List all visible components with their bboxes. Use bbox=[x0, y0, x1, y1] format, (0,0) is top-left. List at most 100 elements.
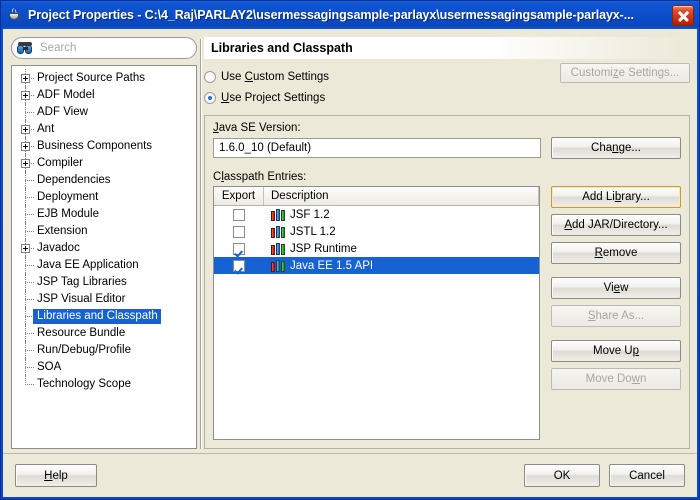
cancel-button-label: Cancel bbox=[629, 469, 665, 482]
title-bar[interactable]: Project Properties - C:\4_Raj\PARLAY2\us… bbox=[1, 1, 699, 29]
classpath-table[interactable]: Export Description JSF 1.2 JSTL 1.2 JSP Ru… bbox=[213, 186, 540, 440]
tree-connector-icon bbox=[18, 188, 34, 207]
export-cell[interactable] bbox=[214, 259, 264, 272]
add-library-button[interactable]: Add Library... bbox=[551, 186, 681, 208]
tree-item-libraries-and-classpath[interactable]: Libraries and Classpath bbox=[12, 307, 196, 326]
expand-icon[interactable] bbox=[18, 69, 34, 88]
view-button[interactable]: View bbox=[551, 277, 681, 299]
close-icon[interactable] bbox=[672, 4, 694, 26]
java-se-version-field[interactable]: 1.6.0_10 (Default) bbox=[213, 138, 541, 158]
table-row[interactable]: JSP Runtime bbox=[214, 240, 539, 257]
tree-item-jsp-tag-libraries[interactable]: JSP Tag Libraries bbox=[12, 273, 196, 292]
project-properties-window: Project Properties - C:\4_Raj\PARLAY2\us… bbox=[0, 0, 700, 500]
java-se-version-row: 1.6.0_10 (Default) Change... bbox=[213, 137, 681, 159]
tree-item-dependencies[interactable]: Dependencies bbox=[12, 171, 196, 190]
dialog-body: Search Project Source Paths ADF Model ADF … bbox=[3, 29, 697, 449]
tree-item-soa[interactable]: SOA bbox=[12, 358, 196, 377]
tree-item-adf-view[interactable]: ADF View bbox=[12, 103, 196, 122]
tree-item-project-source-paths[interactable]: Project Source Paths bbox=[12, 69, 196, 88]
tree-item-java-ee-application[interactable]: Java EE Application bbox=[12, 256, 196, 275]
help-button-label: Help bbox=[44, 469, 68, 482]
tree-item-label: Run/Debug/Profile bbox=[37, 344, 131, 356]
tree-connector-icon bbox=[18, 341, 34, 360]
expand-icon[interactable] bbox=[18, 120, 34, 139]
tree-connector-icon bbox=[18, 103, 34, 122]
column-header-export[interactable]: Export bbox=[214, 187, 264, 205]
settings-tree[interactable]: Project Source Paths ADF Model ADF View Ant… bbox=[11, 65, 197, 449]
search-input[interactable]: Search bbox=[11, 37, 197, 59]
tree-item-compiler[interactable]: Compiler bbox=[12, 154, 196, 173]
table-row[interactable]: JSF 1.2 bbox=[214, 206, 539, 223]
library-books-icon bbox=[271, 208, 285, 221]
tree-item-adf-model[interactable]: ADF Model bbox=[12, 86, 196, 105]
java-se-version-label: Java SE Version: bbox=[213, 122, 301, 134]
entry-description-label: JSF 1.2 bbox=[290, 208, 330, 221]
expand-icon[interactable] bbox=[18, 137, 34, 156]
cancel-button[interactable]: Cancel bbox=[609, 464, 685, 487]
column-header-description[interactable]: Description bbox=[264, 187, 539, 205]
settings-detail-panel: Libraries and Classpath Use Custom Setti… bbox=[204, 37, 691, 449]
tree-item-run-debug-profile[interactable]: Run/Debug/Profile bbox=[12, 341, 196, 360]
export-checkbox[interactable] bbox=[233, 208, 245, 221]
search-placeholder: Search bbox=[40, 42, 77, 54]
dialog-footer: Help OK Cancel bbox=[3, 453, 697, 497]
window-title: Project Properties - C:\4_Raj\PARLAY2\us… bbox=[28, 8, 634, 22]
tree-item-extension[interactable]: Extension bbox=[12, 222, 196, 241]
export-cell[interactable] bbox=[214, 242, 264, 255]
help-button[interactable]: Help bbox=[15, 464, 97, 487]
table-row[interactable]: Java EE 1.5 API bbox=[214, 257, 539, 274]
description-cell: JSF 1.2 bbox=[264, 208, 539, 221]
export-cell[interactable] bbox=[214, 208, 264, 221]
dialog-client-area: Search Project Source Paths ADF Model ADF … bbox=[3, 29, 697, 497]
tree-item-deployment[interactable]: Deployment bbox=[12, 188, 196, 207]
share-as-button: Share As... bbox=[551, 305, 681, 327]
export-checkbox[interactable] bbox=[233, 242, 245, 255]
expand-icon[interactable] bbox=[18, 239, 34, 258]
radio-project-indicator[interactable] bbox=[204, 91, 216, 104]
tree-item-technology-scope[interactable]: Technology Scope bbox=[12, 375, 196, 393]
change-button-label: Change... bbox=[591, 142, 641, 154]
page-title: Libraries and Classpath bbox=[211, 41, 353, 55]
tree-item-label: Compiler bbox=[37, 157, 84, 169]
move-up-button[interactable]: Move Up bbox=[551, 340, 681, 362]
move-down-button: Move Down bbox=[551, 368, 681, 390]
tree-item-label: EJB Module bbox=[37, 208, 100, 220]
project-settings-groupbox: Java SE Version: 1.6.0_10 (Default) Chan… bbox=[204, 115, 690, 449]
panel-header: Libraries and Classpath bbox=[204, 37, 690, 59]
remove-button-label: Remove bbox=[594, 247, 638, 259]
tree-item-ant[interactable]: Ant bbox=[12, 120, 196, 139]
expand-icon[interactable] bbox=[18, 154, 34, 173]
export-cell[interactable] bbox=[214, 225, 264, 238]
tree-item-label: ADF View bbox=[37, 106, 88, 118]
library-books-icon bbox=[271, 259, 285, 272]
expand-icon[interactable] bbox=[18, 86, 34, 105]
tree-connector-icon bbox=[18, 205, 34, 224]
tree-item-jsp-visual-editor[interactable]: JSP Visual Editor bbox=[12, 290, 196, 309]
tree-item-label: Libraries and Classpath bbox=[33, 309, 161, 324]
customize-settings-button[interactable]: Customize Settings... bbox=[560, 63, 690, 83]
tree-item-business-components[interactable]: Business Components bbox=[12, 137, 196, 156]
tree-item-ejb-module[interactable]: EJB Module bbox=[12, 205, 196, 224]
tree-item-resource-bundle[interactable]: Resource Bundle bbox=[12, 324, 196, 343]
entry-description-label: JSTL 1.2 bbox=[290, 225, 336, 238]
radio-custom-label: Use Custom Settings bbox=[221, 70, 330, 83]
remove-button[interactable]: Remove bbox=[551, 242, 681, 264]
tree-item-label: Javadoc bbox=[37, 242, 80, 254]
ok-button[interactable]: OK bbox=[524, 464, 600, 487]
table-header-row: Export Description bbox=[214, 187, 539, 206]
tree-item-label: ADF Model bbox=[37, 89, 95, 101]
export-checkbox[interactable] bbox=[233, 259, 245, 272]
tree-connector-icon bbox=[18, 324, 34, 343]
panel-splitter[interactable] bbox=[197, 37, 204, 449]
tree-item-label: Business Components bbox=[37, 140, 153, 152]
tree-item-javadoc[interactable]: Javadoc bbox=[12, 239, 196, 258]
tree-item-label: Project Source Paths bbox=[37, 72, 146, 84]
add-jar-directory-button[interactable]: Add JAR/Directory... bbox=[551, 214, 681, 236]
share-as-button-label: Share As... bbox=[587, 310, 645, 322]
radio-project-label: Use Project Settings bbox=[221, 91, 326, 104]
radio-custom-indicator[interactable] bbox=[204, 70, 216, 83]
change-java-version-button[interactable]: Change... bbox=[551, 137, 681, 159]
export-checkbox[interactable] bbox=[233, 225, 245, 238]
radio-use-project-settings[interactable]: Use Project Settings bbox=[204, 88, 690, 107]
table-row[interactable]: JSTL 1.2 bbox=[214, 223, 539, 240]
